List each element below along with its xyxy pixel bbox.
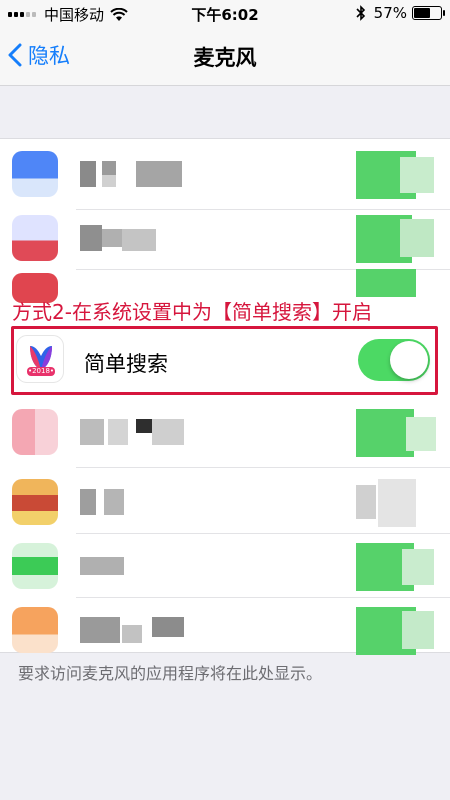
app-name-blurred bbox=[80, 553, 124, 579]
app-name-blurred bbox=[80, 225, 156, 251]
annotation-text: 方式2-在系统设置中为【简单搜索】开启 bbox=[12, 300, 372, 324]
page-title: 麦克风 bbox=[193, 46, 257, 70]
app-name-blurred bbox=[80, 161, 182, 187]
app-name-blurred bbox=[80, 489, 124, 515]
list-item[interactable] bbox=[0, 535, 450, 599]
annotation-highlight-box bbox=[11, 326, 438, 395]
app-name-blurred bbox=[80, 617, 184, 643]
list-item[interactable] bbox=[0, 599, 450, 663]
app-icon bbox=[12, 543, 58, 589]
app-icon bbox=[12, 151, 58, 197]
footer-description: 要求访问麦克风的应用程序将在此处显示。 bbox=[18, 664, 323, 683]
list-item[interactable] bbox=[0, 401, 450, 465]
battery-icon bbox=[412, 6, 445, 20]
bluetooth-icon bbox=[356, 5, 365, 21]
app-icon bbox=[12, 479, 58, 525]
list-item[interactable] bbox=[0, 143, 450, 207]
toggle-blurred[interactable] bbox=[356, 269, 440, 297]
navigation-bar: 隐私 麦克风 bbox=[0, 26, 450, 86]
status-right: 57% bbox=[356, 4, 445, 22]
app-name-blurred bbox=[80, 419, 184, 445]
app-icon bbox=[12, 607, 58, 653]
toggle-blurred[interactable] bbox=[356, 543, 440, 591]
app-icon bbox=[12, 215, 58, 261]
status-bar: 中国移动 下午6:02 57% bbox=[0, 0, 450, 26]
app-icon bbox=[12, 409, 58, 455]
toggle-blurred[interactable] bbox=[356, 215, 440, 263]
toggle-blurred[interactable] bbox=[356, 479, 440, 527]
toggle-blurred[interactable] bbox=[356, 409, 440, 457]
list-item[interactable] bbox=[0, 471, 450, 535]
toggle-blurred[interactable] bbox=[356, 151, 440, 199]
toggle-blurred[interactable] bbox=[356, 607, 440, 655]
battery-percent: 57% bbox=[373, 4, 407, 22]
app-list bbox=[0, 138, 450, 655]
